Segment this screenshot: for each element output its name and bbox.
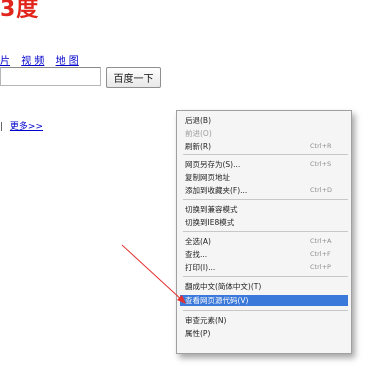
menu-item-label: 前进(O) xyxy=(185,129,212,138)
menu-item-shortcut: Ctrl+A xyxy=(310,237,332,245)
menu-item-ie8-mode[interactable]: 切换到IE8模式 xyxy=(180,217,348,228)
menu-item-shortcut: Ctrl+S xyxy=(310,160,332,168)
nav-link-map[interactable]: 地 图 xyxy=(56,56,79,67)
menu-item-view-source[interactable]: 查看网页源代码(V) xyxy=(180,295,348,306)
context-menu: 后退(B) 前进(O) 刷新(R) Ctrl+R 网页另存为(S)... Ctr… xyxy=(176,110,352,354)
nav-links: 片 视 频 地 图 xyxy=(0,52,87,67)
more-row: | 更多>> xyxy=(0,119,43,132)
arrow-line xyxy=(121,244,184,302)
menu-item-translate[interactable]: 翻成中文(简体中文)(T) xyxy=(180,281,348,292)
menu-separator xyxy=(183,276,348,277)
menu-separator xyxy=(183,154,348,155)
menu-item-add-favorite[interactable]: 添加到收藏夹(F)... Ctrl+D xyxy=(180,185,348,196)
more-link[interactable]: 更多>> xyxy=(10,122,43,132)
menu-separator xyxy=(183,310,348,311)
menu-item-label: 复制网页地址 xyxy=(185,173,230,182)
menu-item-select-all[interactable]: 全选(A) Ctrl+A xyxy=(180,236,348,247)
menu-item-label: 切换到IE8模式 xyxy=(185,218,235,227)
menu-item-label: 查看网页源代码(V) xyxy=(185,296,249,305)
menu-item-print[interactable]: 打印(I)... Ctrl+P xyxy=(180,262,348,273)
menu-item-shortcut: Ctrl+P xyxy=(310,263,331,271)
menu-item-compat-mode[interactable]: 切换到兼容模式 xyxy=(180,204,348,215)
baidu-logo: 3度 xyxy=(0,0,40,22)
menu-item-label: 添加到收藏夹(F)... xyxy=(185,186,248,195)
menu-item-label: 审查元素(N) xyxy=(185,316,227,325)
search-input[interactable] xyxy=(0,67,101,86)
menu-separator xyxy=(183,199,348,200)
menu-item-label: 翻成中文(简体中文)(T) xyxy=(185,282,262,291)
search-button[interactable]: 百度一下 xyxy=(106,67,161,88)
menu-item-label: 刷新(R) xyxy=(185,142,212,151)
menu-item-save-as[interactable]: 网页另存为(S)... Ctrl+S xyxy=(180,159,348,170)
more-separator: | xyxy=(0,122,4,132)
menu-item-inspect[interactable]: 审查元素(N) xyxy=(180,315,348,326)
menu-item-label: 打印(I)... xyxy=(185,263,216,272)
menu-item-back[interactable]: 后退(B) xyxy=(180,115,348,126)
menu-item-copy-url[interactable]: 复制网页地址 xyxy=(180,172,348,183)
menu-item-properties[interactable]: 属性(P) xyxy=(180,328,348,339)
menu-item-refresh[interactable]: 刷新(R) Ctrl+R xyxy=(180,141,348,152)
nav-link-video[interactable]: 视 频 xyxy=(21,56,44,67)
menu-item-find[interactable]: 查找... Ctrl+F xyxy=(180,249,348,260)
menu-item-label: 属性(P) xyxy=(185,329,211,338)
menu-item-label: 后退(B) xyxy=(185,116,211,125)
menu-item-label: 网页另存为(S)... xyxy=(185,160,241,169)
menu-item-label: 查找... xyxy=(185,250,208,259)
nav-link-pictures[interactable]: 片 xyxy=(0,56,10,67)
menu-item-label: 切换到兼容模式 xyxy=(185,205,238,214)
menu-item-shortcut: Ctrl+R xyxy=(310,142,332,150)
menu-item-shortcut: Ctrl+D xyxy=(310,186,333,194)
menu-item-shortcut: Ctrl+F xyxy=(310,250,331,258)
menu-item-label: 全选(A) xyxy=(185,237,211,246)
menu-separator xyxy=(183,231,348,232)
menu-item-forward[interactable]: 前进(O) xyxy=(180,128,348,139)
